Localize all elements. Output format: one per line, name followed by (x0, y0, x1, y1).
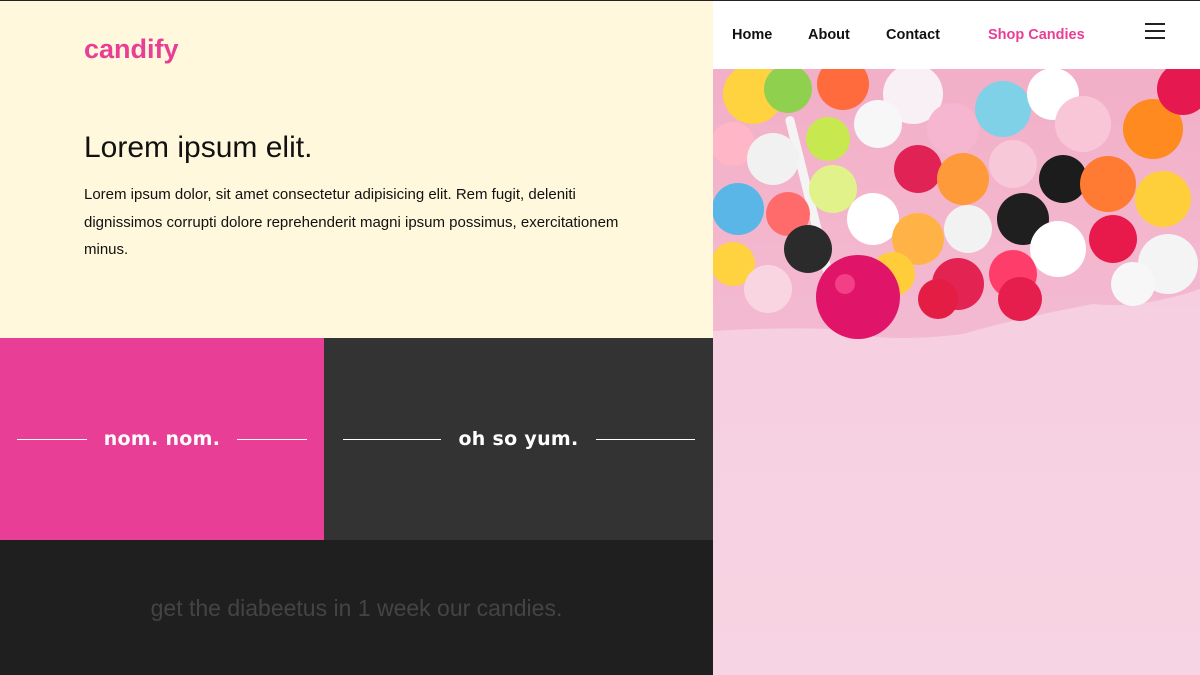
divider-line (237, 439, 307, 440)
left-panel: candify Lorem ipsum elit. Lorem ipsum do… (0, 0, 713, 675)
right-panel: Home About Contact Shop Candies (713, 0, 1200, 675)
brand-logo[interactable]: candify (84, 34, 179, 65)
candy-illustration (713, 69, 1200, 339)
tile-label: nom. nom. (103, 428, 221, 450)
tile-nom-nom: nom. nom. (0, 338, 324, 540)
divider-line (596, 439, 695, 440)
nav-shop-candies[interactable]: Shop Candies (988, 27, 1085, 43)
nav-about[interactable]: About (808, 27, 850, 43)
tagline-band: get the diabeetus in 1 week our candies. (0, 540, 713, 675)
divider-line (343, 439, 441, 440)
hamburger-menu-icon[interactable] (1145, 23, 1165, 40)
tile-oh-so-yum: oh so yum. (324, 338, 713, 540)
tile-label: oh so yum. (458, 428, 579, 450)
nav-home[interactable]: Home (732, 27, 772, 43)
feature-tiles: nom. nom. oh so yum. (0, 338, 713, 540)
candy-pile-photo (713, 69, 1200, 675)
hero-section: candify Lorem ipsum elit. Lorem ipsum do… (0, 0, 713, 338)
hero-headline: Lorem ipsum elit. (84, 131, 313, 164)
top-nav: Home About Contact Shop Candies (713, 0, 1200, 69)
nav-contact[interactable]: Contact (886, 27, 940, 43)
divider-line (17, 439, 87, 440)
tagline-text: get the diabeetus in 1 week our candies. (150, 595, 563, 621)
hero-body-text: Lorem ipsum dolor, sit amet consectetur … (84, 186, 619, 258)
